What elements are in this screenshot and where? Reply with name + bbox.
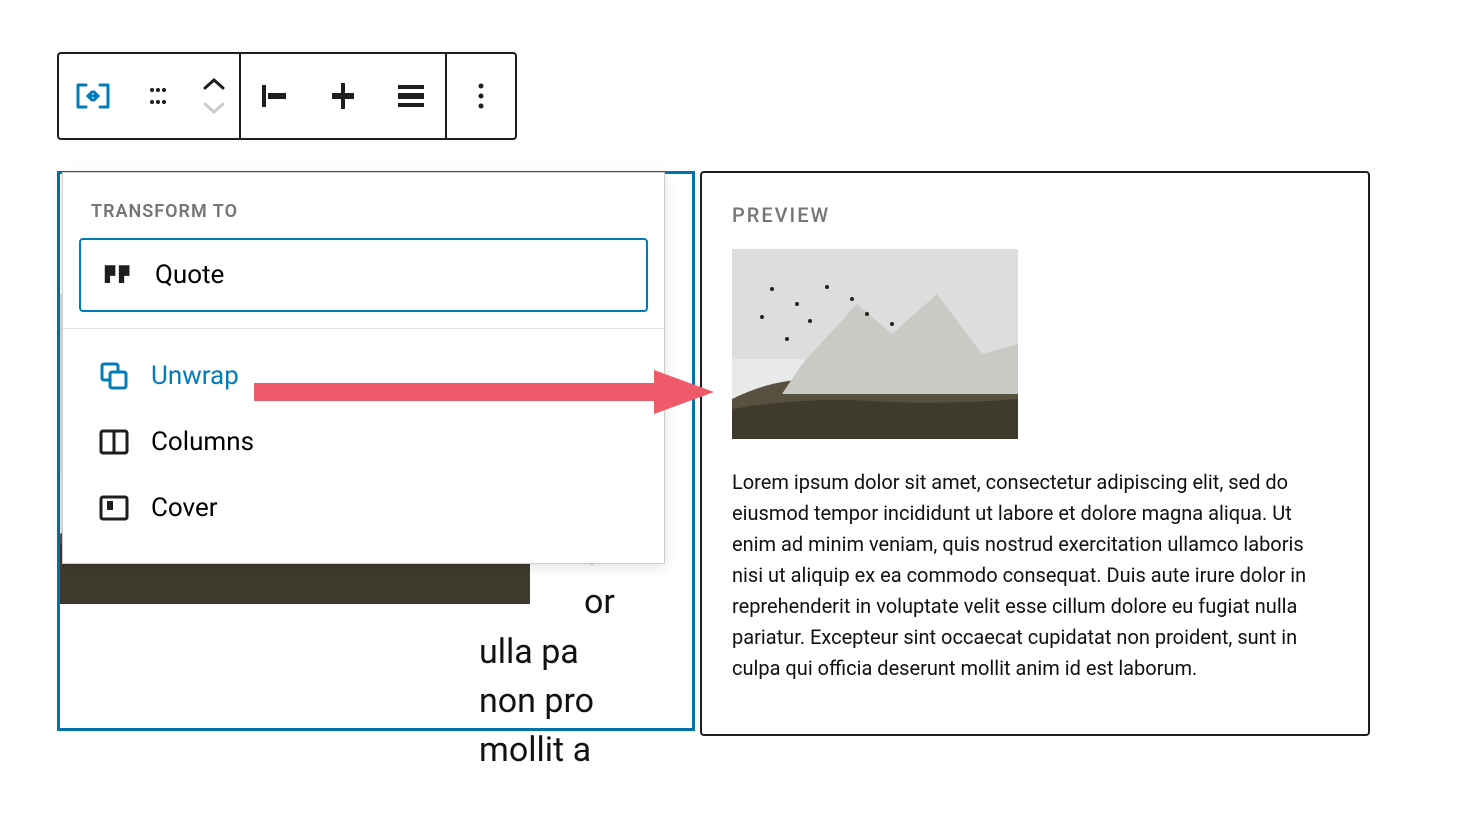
transform-option-unwrap[interactable]: Unwrap <box>77 343 650 409</box>
preview-panel: PREVIEW Lorem ipsum dolor sit amet, cons… <box>700 171 1370 736</box>
preview-paragraph: Lorem ipsum dolor sit amet, consectetur … <box>732 467 1338 684</box>
transform-option-columns[interactable]: Columns <box>77 409 650 475</box>
transform-option-quote[interactable]: Quote <box>79 238 648 312</box>
cover-icon <box>99 493 129 523</box>
block-toolbar <box>57 52 517 140</box>
transform-option-label: Quote <box>155 260 224 290</box>
columns-icon <box>99 427 129 457</box>
align-center-icon <box>326 81 360 111</box>
unwrap-icon <box>99 361 129 391</box>
transform-options-list: Unwrap Columns Cover <box>63 329 664 563</box>
more-options-button[interactable] <box>447 54 515 138</box>
align-full-button[interactable] <box>377 54 445 138</box>
chevron-down-icon[interactable] <box>201 100 227 116</box>
mountain-image-icon <box>732 249 1018 439</box>
align-left-button[interactable] <box>241 54 309 138</box>
align-full-icon <box>394 82 428 110</box>
drag-handle-icon <box>146 84 170 108</box>
toolbar-group-transform <box>59 54 241 138</box>
preview-title: PREVIEW <box>732 203 1338 227</box>
chevron-up-icon[interactable] <box>201 76 227 92</box>
quote-icon <box>103 260 133 290</box>
transform-option-cover[interactable]: Cover <box>77 475 650 541</box>
move-buttons <box>189 76 239 116</box>
transform-option-label: Unwrap <box>151 361 239 391</box>
toolbar-group-align <box>241 54 447 138</box>
align-center-button[interactable] <box>309 54 377 138</box>
transform-option-label: Columns <box>151 427 254 457</box>
more-icon <box>477 82 485 110</box>
drag-handle[interactable] <box>127 54 189 138</box>
transform-button[interactable] <box>59 54 127 138</box>
toolbar-group-more <box>447 54 515 138</box>
transform-icon <box>74 81 112 111</box>
transform-popover: TRANSFORM TO Quote Unwrap Columns Cover <box>62 172 665 564</box>
align-left-icon <box>258 82 292 110</box>
transform-header: TRANSFORM TO <box>63 173 664 238</box>
transform-option-label: Cover <box>151 493 218 523</box>
transform-selected-section: Quote <box>63 238 664 329</box>
preview-image <box>732 249 1018 439</box>
